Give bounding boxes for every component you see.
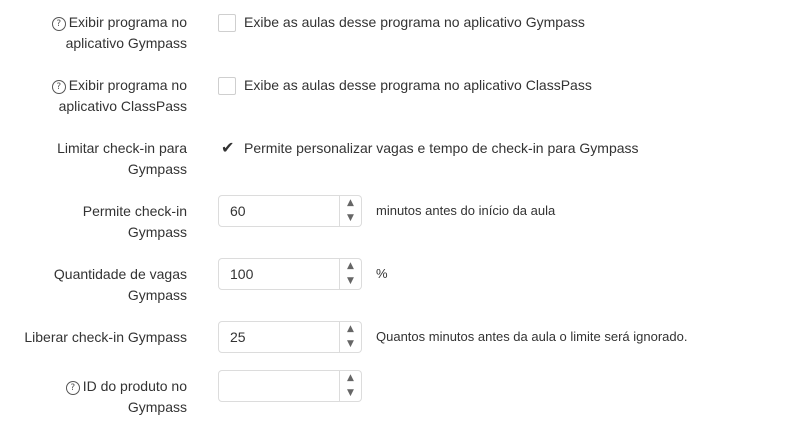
product-id-label-line2: Gympass	[127, 399, 187, 415]
gympass-app-checkbox-text: Exibe as aulas desse programa no aplicat…	[244, 14, 585, 30]
chevron-down-icon[interactable]: ▼	[340, 386, 361, 401]
permit-checkin-suffix: minutos antes do início da aula	[376, 203, 556, 218]
release-checkin-suffix: Quantos minutos antes da aula o limite s…	[376, 329, 688, 344]
permit-checkin-label: Permite check-in Gympass	[83, 201, 187, 243]
product-id-input[interactable]	[218, 370, 340, 402]
help-icon[interactable]: ?	[65, 381, 80, 395]
classpass-app-checkbox-text: Exibe as aulas desse programa no aplicat…	[244, 77, 592, 93]
permit-checkin-stepper[interactable]: ▲ ▼	[340, 195, 362, 227]
checkmark-icon: ✔	[221, 138, 235, 157]
product-id-label-line1: ID do produto no	[82, 378, 187, 394]
chevron-down-icon[interactable]: ▼	[340, 211, 361, 226]
release-checkin-input[interactable]: 25	[218, 321, 340, 353]
release-checkin-label-line1: Liberar check-in Gympass	[24, 329, 187, 345]
release-checkin-stepper[interactable]: ▲ ▼	[340, 321, 362, 353]
permit-checkin-label-line2: Gympass	[127, 224, 187, 240]
classpass-app-label-line2: aplicativo ClassPass	[58, 98, 187, 114]
gympass-app-checkbox[interactable]	[218, 14, 236, 32]
classpass-app-label-line1: Exibir programa no	[68, 77, 187, 93]
product-id-stepper[interactable]: ▲ ▼	[340, 370, 362, 402]
limit-checkin-label-line1: Limitar check-in para	[57, 140, 187, 156]
gympass-app-label-line2: aplicativo Gympass	[65, 35, 187, 51]
chevron-up-icon[interactable]: ▲	[340, 196, 361, 211]
help-icon[interactable]: ?	[51, 17, 66, 31]
vacancies-suffix: %	[376, 266, 388, 281]
permit-checkin-label-line1: Permite check-in	[82, 203, 187, 219]
vacancies-stepper[interactable]: ▲ ▼	[340, 258, 362, 290]
chevron-down-icon[interactable]: ▼	[340, 337, 361, 352]
limit-checkin-label-line2: Gympass	[127, 161, 187, 177]
vacancies-label-line2: Gympass	[127, 287, 187, 303]
gympass-app-label-line1: Exibir programa no	[68, 14, 187, 30]
limit-checkin-checkbox[interactable]: ✔	[218, 138, 236, 158]
chevron-up-icon[interactable]: ▲	[340, 322, 361, 337]
limit-checkin-label: Limitar check-in para Gympass	[57, 138, 187, 180]
permit-checkin-input[interactable]: 60	[218, 195, 340, 227]
vacancies-label: Quantidade de vagas Gympass	[54, 264, 187, 306]
chevron-up-icon[interactable]: ▲	[340, 259, 361, 274]
classpass-app-checkbox[interactable]	[218, 77, 236, 95]
chevron-up-icon[interactable]: ▲	[340, 371, 361, 386]
help-icon[interactable]: ?	[51, 80, 66, 94]
vacancies-label-line1: Quantidade de vagas	[53, 266, 187, 282]
limit-checkin-checkbox-text: Permite personalizar vagas e tempo de ch…	[244, 140, 639, 156]
gympass-app-label: ? Exibir programa no aplicativo Gympass	[51, 12, 187, 54]
product-id-label: ? ID do produto no Gympass	[65, 376, 187, 418]
release-checkin-label: Liberar check-in Gympass	[24, 327, 187, 348]
chevron-down-icon[interactable]: ▼	[340, 274, 361, 289]
classpass-app-label: ? Exibir programa no aplicativo ClassPass	[51, 75, 187, 117]
vacancies-input[interactable]: 100	[218, 258, 340, 290]
